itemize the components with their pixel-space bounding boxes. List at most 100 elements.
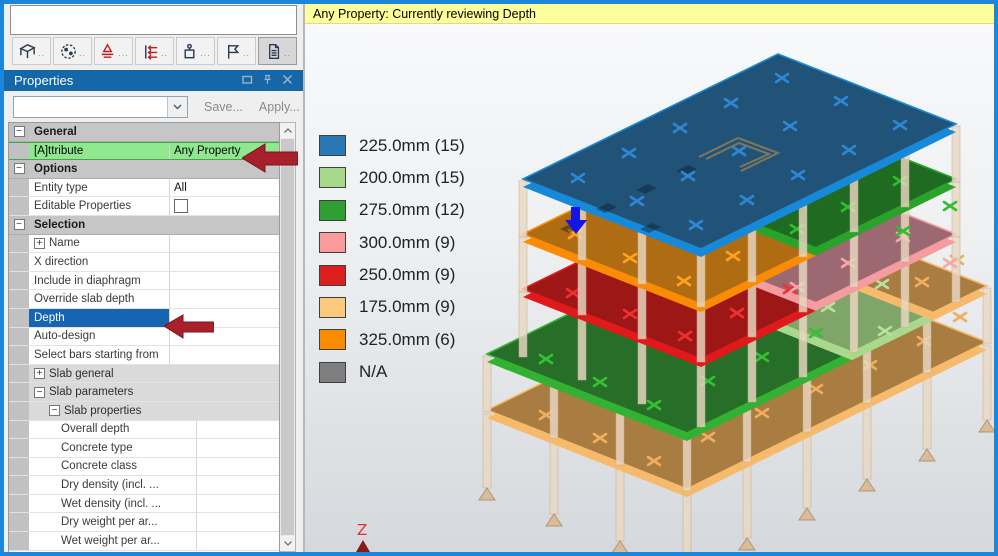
slab-general-row[interactable]: + Slab general (9, 364, 279, 384)
collapse-icon[interactable]: − (34, 386, 45, 398)
dry-density-row[interactable]: Dry density (incl. ... (9, 476, 279, 495)
row-value (196, 439, 279, 457)
dry-weight-row[interactable]: Dry weight per ar... (9, 513, 279, 533)
column[interactable] (682, 434, 692, 492)
column[interactable] (802, 433, 812, 509)
column[interactable] (696, 305, 706, 363)
chevron-down-icon[interactable] (167, 96, 187, 117)
column[interactable] (862, 346, 872, 404)
x-direction-row[interactable]: X direction (9, 253, 279, 272)
supports-button[interactable]: ... (94, 37, 133, 65)
override-slab-depth-row[interactable]: Override slab depth (9, 290, 279, 309)
section-selection[interactable]: − Selection (9, 215, 279, 235)
column[interactable] (742, 463, 752, 539)
pin-icon[interactable] (262, 73, 273, 88)
column[interactable] (637, 227, 647, 285)
column[interactable] (482, 413, 492, 489)
auto-design-row[interactable]: Auto-design (9, 327, 279, 347)
column[interactable] (549, 439, 559, 515)
depth-row[interactable]: Depth (9, 308, 279, 328)
column[interactable] (615, 408, 625, 466)
expand-icon[interactable]: + (34, 237, 45, 249)
column[interactable] (798, 310, 808, 378)
legend-label: 275.0mm (12) (359, 200, 465, 220)
column[interactable] (849, 230, 859, 288)
select-bars-row[interactable]: Select bars starting from (9, 346, 279, 365)
column[interactable] (802, 375, 812, 433)
column[interactable] (682, 492, 692, 552)
row-value (169, 271, 279, 290)
editable-properties-row[interactable]: Editable Properties (9, 197, 279, 216)
wet-density-row[interactable]: Wet density (incl. ... (9, 494, 279, 514)
overall-depth-row[interactable]: Overall depth (9, 420, 279, 440)
column[interactable] (982, 345, 992, 421)
row-gutter (9, 532, 29, 550)
column[interactable] (518, 235, 528, 293)
name-row[interactable]: + Name (9, 234, 279, 254)
flag-button[interactable]: .. (217, 37, 256, 65)
column[interactable] (747, 225, 757, 283)
loads-button[interactable]: .. (135, 37, 174, 65)
slab-properties-row[interactable]: − Slab properties (9, 401, 279, 421)
collapse-icon[interactable]: − (49, 405, 60, 417)
slab-parameters-row[interactable]: − Slab parameters (9, 383, 279, 402)
legend-item: 175.0mm (9) (319, 296, 465, 318)
slab-x-marker (952, 311, 968, 323)
column[interactable] (747, 335, 757, 403)
column[interactable] (798, 255, 808, 313)
sections-button[interactable]: .. (53, 37, 92, 65)
frame-button[interactable]: .. (12, 37, 51, 65)
column[interactable] (922, 316, 932, 374)
collapse-icon[interactable]: − (13, 126, 25, 138)
column[interactable] (577, 258, 587, 316)
column[interactable] (696, 360, 706, 428)
wet-weight-row[interactable]: Wet weight per ar... (9, 532, 279, 551)
properties-scrollbar[interactable] (280, 122, 296, 552)
column[interactable] (577, 313, 587, 381)
scrollbar-thumb[interactable] (281, 139, 294, 535)
section-general[interactable]: − General (9, 123, 279, 142)
viewport-3d[interactable]: Z 225.0mm (15) 200.0mm (15) 275.0mm (12) 30… (305, 24, 994, 552)
expand-icon[interactable]: + (34, 368, 45, 380)
column[interactable] (747, 280, 757, 338)
scroll-down-icon[interactable] (280, 536, 295, 551)
include-in-diaphragm-row[interactable]: Include in diaphragm (9, 271, 279, 291)
column[interactable] (482, 355, 492, 413)
column[interactable] (696, 250, 706, 308)
column[interactable] (615, 466, 625, 542)
column[interactable] (518, 290, 528, 358)
scroll-up-icon[interactable] (280, 123, 295, 138)
column[interactable] (742, 405, 752, 463)
column[interactable] (637, 337, 647, 405)
collapse-icon[interactable]: − (13, 219, 25, 231)
column[interactable] (849, 285, 859, 353)
attribute-row[interactable]: [A]ttribute Any Property (9, 141, 279, 161)
column[interactable] (798, 200, 808, 258)
apply-button[interactable]: Apply... (259, 100, 300, 114)
concrete-type-row[interactable]: Concrete type (9, 439, 279, 458)
collapse-icon[interactable]: − (13, 163, 25, 175)
column[interactable] (549, 381, 559, 439)
document-button[interactable]: .. (258, 37, 297, 65)
concrete-class-row[interactable]: Concrete class (9, 457, 279, 477)
close-icon[interactable] (282, 73, 293, 88)
restore-icon[interactable] (242, 73, 253, 88)
column[interactable] (951, 125, 961, 183)
column[interactable] (849, 175, 859, 233)
column[interactable] (900, 150, 910, 208)
section-options[interactable]: − Options (9, 160, 279, 179)
column[interactable] (922, 374, 932, 450)
column[interactable] (900, 260, 910, 328)
editable-properties-checkbox[interactable] (174, 199, 188, 214)
legend-item: N/A (319, 361, 465, 383)
preset-combo[interactable] (13, 95, 188, 118)
column[interactable] (862, 404, 872, 480)
save-button[interactable]: Save... (204, 100, 243, 114)
column[interactable] (637, 282, 647, 340)
legend-label: 200.0mm (15) (359, 167, 465, 187)
column[interactable] (982, 287, 992, 345)
fixity-button[interactable]: ... (176, 37, 215, 65)
column[interactable] (951, 235, 961, 303)
column[interactable] (518, 180, 528, 238)
entity-type-row[interactable]: Entity type All (9, 178, 279, 198)
